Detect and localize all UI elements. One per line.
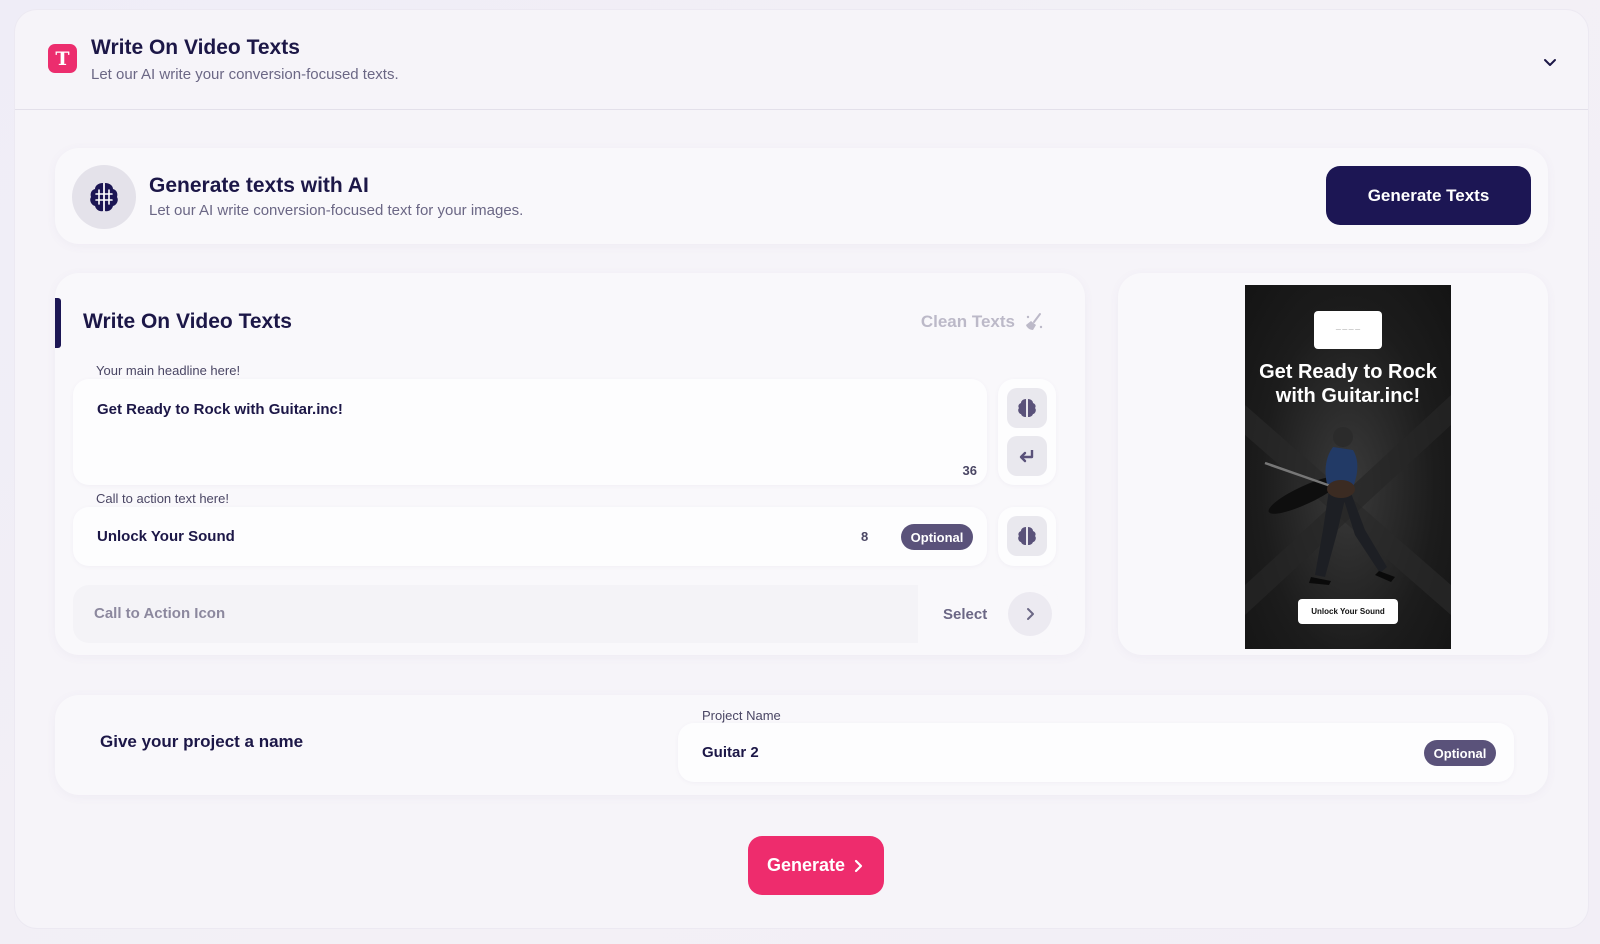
project-name-input[interactable]: Guitar 2 Optional — [678, 723, 1514, 782]
chevron-right-icon[interactable] — [1008, 592, 1052, 636]
ai-brain-button[interactable] — [1007, 516, 1047, 556]
header-title: Write On Video Texts — [91, 36, 300, 59]
headline-char-count: 36 — [962, 463, 977, 478]
select-zone[interactable]: Select — [918, 585, 1058, 643]
headline-input[interactable]: Get Ready to Rock with Guitar.inc! 36 — [73, 379, 987, 485]
ai-brain-button[interactable] — [1007, 388, 1047, 428]
project-name-card: Give your project a name Project Name Gu… — [55, 695, 1548, 795]
preview-cta-button: Unlock Your Sound — [1298, 599, 1398, 624]
generate-texts-button[interactable]: Generate Texts — [1326, 166, 1531, 225]
cta-tools — [998, 507, 1056, 566]
ai-card-subtitle: Let our AI write conversion-focused text… — [149, 202, 524, 219]
cta-field-label: Call to action text here! — [96, 491, 229, 506]
headline-field-label: Your main headline here! — [96, 363, 241, 378]
project-name-value: Guitar 2 — [702, 744, 759, 761]
preview-card: — — — — Get Ready to Rock with Guitar.in… — [1118, 273, 1548, 655]
video-preview[interactable]: — — — — Get Ready to Rock with Guitar.in… — [1245, 285, 1451, 649]
preview-headline: Get Ready to Rock with Guitar.inc! — [1259, 361, 1437, 407]
main-panel: T Write On Video Texts Let our AI write … — [15, 10, 1588, 928]
broom-icon — [1026, 313, 1043, 330]
video-texts-card: Write On Video Texts Clean Texts Your ma… — [55, 273, 1085, 655]
cta-char-count: 8 — [861, 529, 869, 544]
brain-icon — [1018, 399, 1036, 417]
section-header[interactable]: T Write On Video Texts Let our AI write … — [15, 10, 1588, 110]
optional-badge: Optional — [901, 524, 973, 550]
chevron-down-icon[interactable] — [1542, 54, 1558, 70]
project-name-label: Project Name — [702, 708, 781, 723]
text-logo-icon: T — [48, 44, 77, 73]
brain-icon — [1018, 527, 1036, 545]
generate-label: Generate — [766, 855, 846, 875]
select-label: Select — [943, 606, 988, 623]
generate-button[interactable]: Generate — [748, 836, 884, 895]
cta-icon-selector[interactable]: Call to Action Icon Select — [73, 585, 1058, 643]
chevron-right-icon — [854, 859, 863, 872]
clean-texts-button[interactable]: Clean Texts — [921, 311, 1045, 333]
return-icon — [1019, 450, 1034, 463]
headline-tools — [998, 379, 1056, 485]
header-subtitle: Let our AI write your conversion-focused… — [91, 66, 399, 83]
project-name-title: Give your project a name — [100, 732, 304, 751]
ai-card-title: Generate texts with AI — [149, 174, 369, 197]
headline-value: Get Ready to Rock with Guitar.inc! — [97, 401, 343, 418]
enter-button[interactable] — [1007, 436, 1047, 476]
brain-icon — [72, 165, 136, 229]
clean-texts-label: Clean Texts — [920, 312, 1015, 331]
brand-logo-icon: — — — — — [1314, 311, 1382, 349]
cta-value: Unlock Your Sound — [97, 528, 235, 545]
cta-icon-label: Call to Action Icon — [94, 605, 226, 622]
cta-input[interactable]: Unlock Your Sound 8 Optional — [73, 507, 987, 566]
ai-generate-card: Generate texts with AI Let our AI write … — [55, 148, 1548, 244]
section-accent-bar — [55, 298, 61, 348]
texts-card-title: Write On Video Texts — [83, 310, 292, 333]
optional-badge: Optional — [1424, 740, 1496, 766]
